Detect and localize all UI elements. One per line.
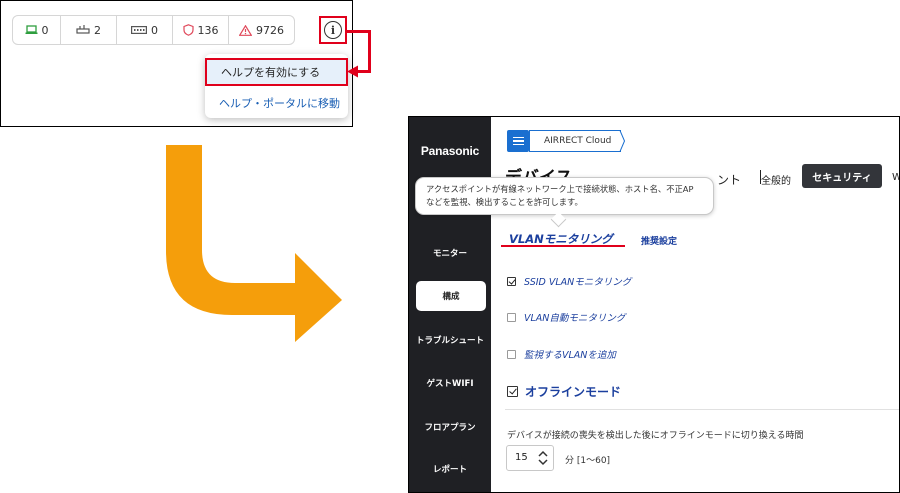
warning-icon bbox=[239, 24, 252, 36]
info-button[interactable]: i bbox=[319, 16, 347, 44]
sidebar-item-guest-wifi[interactable]: ゲストWIFI bbox=[409, 377, 491, 389]
sidebar-item-config[interactable]: 構成 bbox=[416, 281, 486, 311]
checkbox-add-vlan[interactable]: 監視するVLANを追加 bbox=[507, 347, 616, 361]
stepper-unit: 分 [1〜60] bbox=[565, 456, 611, 466]
status-switches-count: 2 bbox=[94, 23, 101, 37]
sidebar-item-report[interactable]: レポート bbox=[409, 463, 491, 475]
device-icon bbox=[131, 26, 147, 34]
callout-arrowhead bbox=[347, 65, 358, 78]
help-dropdown-menu: ヘルプを有効にする ヘルプ・ポータルに移動 bbox=[205, 54, 348, 118]
info-icon-glyph: i bbox=[330, 23, 336, 37]
subtab-recommended[interactable]: 推奨設定 bbox=[641, 234, 677, 247]
offline-mode-label: オフラインモード bbox=[525, 385, 622, 399]
status-clients[interactable]: 0 bbox=[13, 16, 60, 44]
breadcrumb[interactable]: AIRRECT Cloud bbox=[529, 130, 621, 152]
status-devices[interactable]: 0 bbox=[116, 16, 172, 44]
laptop-icon bbox=[25, 25, 37, 34]
checkbox-ssid-vlan[interactable]: SSID VLANモニタリング bbox=[507, 274, 631, 288]
sidebar: Panasonic モニター 構成 トラブルシュート ゲストWIFI フロアプラ… bbox=[409, 117, 491, 492]
checkbox-offline-mode[interactable]: オフラインモード bbox=[507, 383, 621, 400]
status-threats[interactable]: 136 bbox=[172, 16, 228, 44]
checkbox-label: SSID VLANモニタリング bbox=[524, 277, 632, 288]
checkbox-box[interactable] bbox=[507, 349, 516, 359]
checkbox-box[interactable] bbox=[507, 276, 516, 286]
sidebar-item-floorplan[interactable]: フロアプラン bbox=[409, 421, 491, 433]
offline-minutes-stepper[interactable]: 15 bbox=[506, 445, 554, 471]
menu-item-help-portal[interactable]: ヘルプ・ポータルに移動 bbox=[205, 90, 348, 116]
sidebar-item-monitor[interactable]: モニター bbox=[409, 247, 491, 259]
callout-line-vertical bbox=[368, 30, 371, 73]
flow-arrow-icon bbox=[166, 145, 342, 342]
app-window: Panasonic モニター 構成 トラブルシュート ゲストWIFI フロアプラ… bbox=[408, 116, 900, 493]
checkbox-label: VLAN自動モニタリング bbox=[524, 313, 626, 324]
status-bar: 0 2 0 136 9726 bbox=[12, 15, 295, 45]
shield-icon bbox=[182, 24, 194, 36]
help-tooltip: アクセスポイントが有線ネットワーク上で接続状態、ホスト名、不正AP などを監視、… bbox=[415, 177, 714, 215]
tooltip-line-1: アクセスポイントが有線ネットワーク上で接続状態、ホスト名、不正AP bbox=[426, 184, 694, 194]
page-title-suffix: ント bbox=[717, 173, 742, 187]
tab-general[interactable]: 全般的 bbox=[761, 172, 791, 187]
status-switches[interactable]: 2 bbox=[60, 16, 116, 44]
status-alerts-count: 9726 bbox=[256, 23, 284, 37]
tab-overflow[interactable]: W bbox=[892, 172, 899, 183]
stepper-arrows-icon[interactable] bbox=[537, 449, 549, 467]
checkbox-box[interactable] bbox=[507, 312, 516, 322]
subtab-active-underline bbox=[501, 245, 625, 247]
hamburger-menu-icon[interactable] bbox=[507, 130, 529, 152]
tooltip-line-2: などを監視、検出することを許可します。 bbox=[426, 197, 583, 207]
menu-item-enable-help[interactable]: ヘルプを有効にする bbox=[205, 58, 348, 86]
section-divider bbox=[505, 409, 899, 410]
switch-icon bbox=[76, 25, 90, 34]
header-panel: 0 2 0 136 9726 i ヘルプを有効にする ヘルプ・ポータルに移動 bbox=[0, 0, 353, 127]
offline-mode-description: デバイスが接続の喪失を検出した後にオフラインモードに切り換える時間 bbox=[507, 431, 804, 441]
stepper-value[interactable]: 15 bbox=[515, 452, 528, 463]
info-icon: i bbox=[324, 21, 342, 39]
sidebar-item-troubleshoot[interactable]: トラブルシュート bbox=[409, 334, 491, 346]
status-alerts[interactable]: 9726 bbox=[228, 16, 294, 44]
status-clients-count: 0 bbox=[41, 23, 49, 37]
status-threats-count: 136 bbox=[197, 23, 219, 37]
status-devices-count: 0 bbox=[151, 23, 158, 37]
checkbox-vlan-auto[interactable]: VLAN自動モニタリング bbox=[507, 310, 625, 324]
checkbox-label: 監視するVLANを追加 bbox=[524, 350, 616, 361]
brand-logo: Panasonic bbox=[420, 144, 480, 158]
tab-security[interactable]: セキュリティ bbox=[802, 164, 882, 188]
checkbox-box[interactable] bbox=[507, 386, 518, 397]
breadcrumb-chevron-icon bbox=[615, 130, 625, 152]
